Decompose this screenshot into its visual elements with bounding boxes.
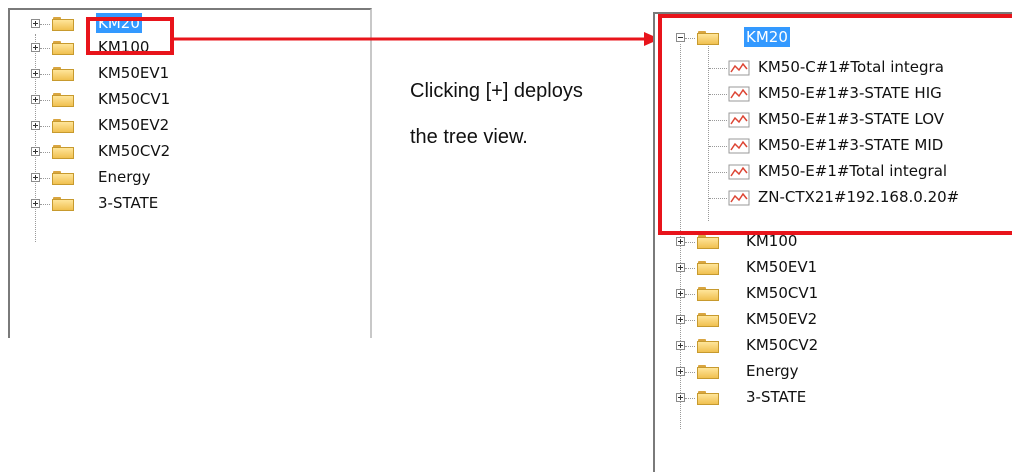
tree-node-label: Energy (98, 168, 151, 186)
tree-node-label: KM50CV1 (98, 90, 171, 108)
tree-node-label: KM50CV2 (98, 142, 171, 160)
folder-icon (52, 171, 74, 185)
folder-icon (697, 313, 719, 327)
highlight-box-expanded-node (658, 14, 1012, 235)
folder-icon (697, 261, 719, 275)
tree-connector-line (35, 34, 36, 242)
folder-icon (697, 235, 719, 249)
folder-icon (52, 197, 74, 211)
expand-plus-icon[interactable] (31, 147, 40, 156)
folder-icon (697, 365, 719, 379)
expand-plus-icon[interactable] (676, 263, 685, 272)
tree-node-label: KM50EV2 (98, 116, 170, 134)
expand-plus-icon[interactable] (31, 43, 40, 52)
folder-icon (52, 145, 74, 159)
caption-line-1: Clicking [+] deploys (410, 80, 583, 102)
expand-plus-icon[interactable] (676, 315, 685, 324)
folder-icon (697, 339, 719, 353)
expand-plus-icon[interactable] (31, 173, 40, 182)
folder-icon (52, 119, 74, 133)
expand-plus-icon[interactable] (31, 95, 40, 104)
tree-node-label: 3-STATE (98, 194, 159, 212)
folder-icon (52, 17, 74, 31)
tree-node-label: Energy (746, 362, 799, 380)
caption-line-2: the tree view. (410, 126, 528, 148)
expand-plus-icon[interactable] (676, 393, 685, 402)
tree-panel-collapsed: KM20 KM100 KM50EV1 KM50CV1 KM50EV2 KM50C… (8, 8, 372, 338)
folder-icon (697, 287, 719, 301)
expand-plus-icon[interactable] (31, 19, 40, 28)
tree-node-label: KM50CV2 (746, 336, 819, 354)
expand-plus-icon[interactable] (676, 289, 685, 298)
folder-icon (52, 93, 74, 107)
tree-node-label: KM50EV2 (746, 310, 818, 328)
tree-node-label: KM50CV1 (746, 284, 819, 302)
folder-icon (52, 67, 74, 81)
tree-node-label: 3-STATE (746, 388, 807, 406)
folder-icon (697, 391, 719, 405)
tree-node-label: KM50EV1 (98, 64, 170, 82)
expand-plus-icon[interactable] (676, 237, 685, 246)
highlight-box-collapsed-node (86, 17, 174, 55)
expand-plus-icon[interactable] (676, 367, 685, 376)
expand-plus-icon[interactable] (676, 341, 685, 350)
folder-icon (52, 41, 74, 55)
expand-plus-icon[interactable] (31, 69, 40, 78)
expand-plus-icon[interactable] (31, 199, 40, 208)
tree-node-label: KM50EV1 (746, 258, 818, 276)
expand-plus-icon[interactable] (31, 121, 40, 130)
